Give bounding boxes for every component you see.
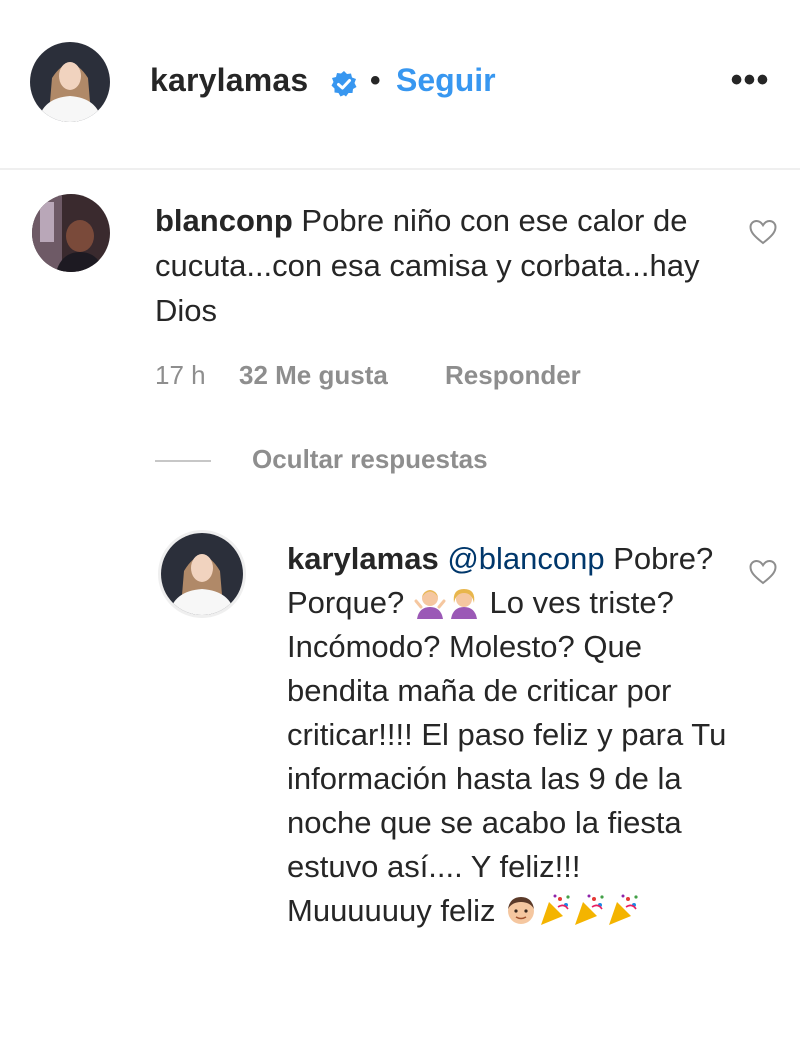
comment-body: blanconp Pobre niño con ese calor de cuc… [155,198,725,333]
avatar[interactable] [158,530,246,618]
person-shrugging-icon [414,590,446,619]
comment-username[interactable]: blanconp [155,203,293,238]
party-popper-icon [609,894,638,925]
replies-divider [155,460,211,462]
person-shrugging-icon [450,589,477,619]
boy-face-icon [508,897,535,924]
comment-timestamp: 17 h [155,360,206,390]
separator-dot: • [370,64,381,97]
more-options-icon[interactable]: ••• [728,62,772,102]
verified-badge-icon [331,71,357,97]
post-header: karylamas • Seguir ••• [0,0,800,170]
follow-button[interactable]: Seguir [396,62,496,99]
party-popper-icon [575,894,604,925]
likes-count-link[interactable]: 32 Me gusta [239,360,388,391]
reply-body: karylamas @blanconp Pobre? Porque? Lo ve… [287,537,727,933]
header-username[interactable]: karylamas [150,62,308,99]
heart-icon[interactable] [748,558,778,586]
party-popper-icon [541,894,570,925]
reply-button[interactable]: Responder [445,360,581,391]
avatar[interactable] [32,194,110,272]
hide-replies-button[interactable]: Ocultar respuestas [252,444,488,475]
reply-text-part2: Lo ves triste? Incómodo? Molesto? Que be… [287,585,727,928]
heart-icon[interactable] [748,218,778,246]
avatar[interactable] [30,42,110,122]
mention-link[interactable]: @blanconp [447,541,604,576]
reply-username[interactable]: karylamas [287,541,439,576]
